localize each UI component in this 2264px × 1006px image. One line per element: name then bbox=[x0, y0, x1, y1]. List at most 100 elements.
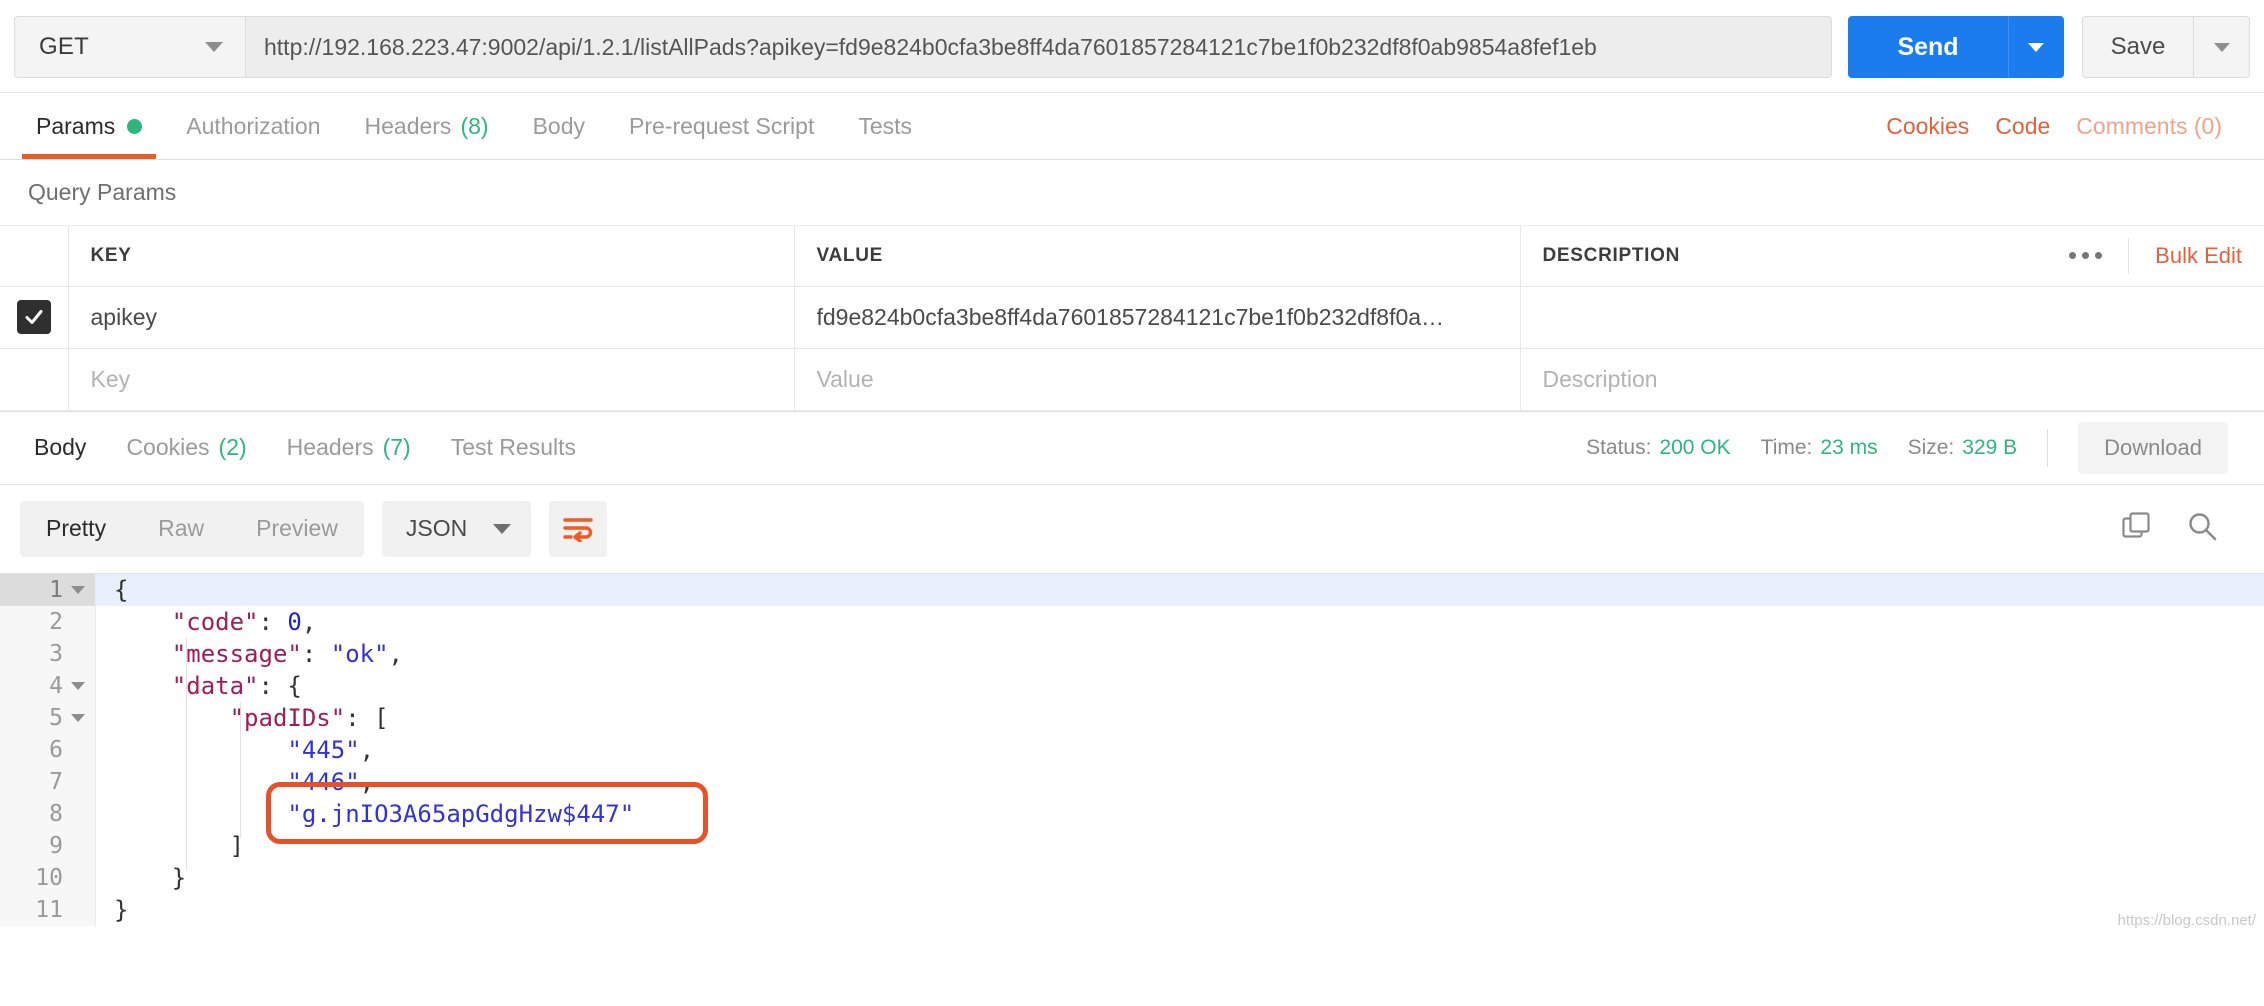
row-value-text: fd9e824b0cfa3be8ff4da7601857284121c7be1f… bbox=[816, 303, 1445, 330]
tab-authorization[interactable]: Authorization bbox=[164, 93, 342, 159]
request-tabs-right-links: Cookies Code Comments (0) bbox=[1886, 113, 2250, 140]
code-line-row: 11} bbox=[0, 893, 2264, 926]
url-input[interactable]: http://192.168.223.47:9002/api/1.2.1/lis… bbox=[246, 16, 1832, 78]
code-line-text: "padIDs": [ bbox=[229, 703, 389, 732]
row-enabled-checkbox[interactable] bbox=[16, 300, 51, 334]
tab-headers[interactable]: Headers (8) bbox=[343, 93, 511, 159]
tab-pre-request-script[interactable]: Pre-request Script bbox=[607, 93, 836, 159]
response-tab-body-label: Body bbox=[34, 434, 87, 460]
table-row-empty: Key Value Description bbox=[0, 348, 2264, 411]
row-value-cell[interactable]: fd9e824b0cfa3be8ff4da7601857284121c7be1f… bbox=[793, 286, 1521, 349]
code-line-row: 6 "445", bbox=[0, 733, 2264, 766]
row-key-cell[interactable]: apikey bbox=[67, 286, 795, 349]
code-line-row: 2 "code": 0, bbox=[0, 605, 2264, 638]
time-badge: Time: 23 ms bbox=[1761, 436, 1878, 460]
response-tab-headers[interactable]: Headers (7) bbox=[267, 412, 431, 484]
line-number-gutter: 9 bbox=[0, 829, 96, 862]
response-body-code[interactable]: 1{2 "code": 0, 3 "message": "ok", 4 "data"… bbox=[0, 572, 2264, 933]
empty-row-key-input[interactable]: Key bbox=[67, 348, 795, 411]
line-number-gutter: 8 bbox=[0, 797, 96, 830]
size-label: Size: bbox=[1907, 435, 1955, 459]
view-mode-pretty[interactable]: Pretty bbox=[20, 501, 132, 557]
fold-toggle-icon[interactable] bbox=[71, 585, 85, 594]
line-number-gutter: 2 bbox=[0, 605, 96, 638]
empty-row-description-input[interactable]: Description bbox=[1519, 348, 2264, 411]
line-number-gutter: 5 bbox=[0, 701, 96, 734]
response-tab-headers-label: Headers bbox=[286, 434, 374, 460]
chevron-down-icon bbox=[2213, 42, 2230, 52]
request-tabs: Params Authorization Headers (8) Body Pr… bbox=[0, 92, 2264, 160]
line-number: 4 bbox=[49, 672, 63, 699]
response-format-select[interactable]: JSON bbox=[381, 500, 532, 557]
row-key-text: apikey bbox=[90, 303, 157, 330]
line-number: 1 bbox=[49, 576, 63, 603]
header-checkbox-cell bbox=[0, 226, 69, 287]
code-line-row: 7 "446", bbox=[0, 765, 2264, 798]
send-group: Send bbox=[1848, 16, 2064, 78]
tab-headers-label: Headers bbox=[364, 112, 452, 139]
code-line-text: "g.jnIO3A65apGdgHzw$447" bbox=[287, 799, 635, 828]
code-lines: 1{2 "code": 0, 3 "message": "ok", 4 "data"… bbox=[0, 573, 2264, 926]
http-method-select[interactable]: GET bbox=[14, 16, 246, 78]
response-tab-test-results-label: Test Results bbox=[450, 434, 576, 460]
search-icon[interactable] bbox=[2186, 510, 2218, 547]
code-line-text: ] bbox=[229, 831, 245, 860]
tab-params[interactable]: Params bbox=[14, 93, 164, 159]
line-number-gutter: 1 bbox=[0, 573, 96, 606]
cookies-link[interactable]: Cookies bbox=[1886, 113, 1969, 140]
code-line-text: } bbox=[171, 863, 187, 892]
code-line-text: "message": "ok", bbox=[171, 639, 403, 668]
empty-row-value-input[interactable]: Value bbox=[793, 348, 1521, 411]
tab-tests-label: Tests bbox=[858, 112, 913, 139]
line-number: 10 bbox=[35, 864, 63, 891]
line-number: 11 bbox=[35, 896, 63, 923]
comments-link[interactable]: Comments (0) bbox=[2076, 113, 2222, 140]
line-number-gutter: 4 bbox=[0, 669, 96, 702]
line-number-gutter: 10 bbox=[0, 861, 96, 894]
status-value: 200 OK bbox=[1659, 435, 1731, 459]
copy-icon[interactable] bbox=[2120, 510, 2152, 547]
view-mode-preview[interactable]: Preview bbox=[230, 501, 364, 557]
code-line-row: 3 "message": "ok", bbox=[0, 637, 2264, 670]
view-mode-raw[interactable]: Raw bbox=[132, 501, 230, 557]
response-body-toolbar: Pretty Raw Preview JSON bbox=[0, 485, 2264, 573]
code-line-row: 1{ bbox=[0, 573, 2264, 606]
code-line-text: "data": { bbox=[171, 671, 302, 700]
params-active-dot-icon bbox=[127, 118, 143, 134]
save-options-button[interactable] bbox=[2194, 16, 2250, 78]
code-line-text: "446", bbox=[287, 767, 375, 796]
response-tab-body[interactable]: Body bbox=[14, 412, 106, 484]
body-toolbar-right bbox=[2120, 510, 2244, 547]
save-button[interactable]: Save bbox=[2082, 16, 2194, 78]
code-link[interactable]: Code bbox=[1995, 113, 2050, 140]
response-tabs-bar: Body Cookies (2) Headers (7) Test Result… bbox=[0, 410, 2264, 485]
response-tab-test-results[interactable]: Test Results bbox=[431, 412, 596, 484]
query-params-table: KEY VALUE DESCRIPTION Bulk Edit apikey f… bbox=[0, 226, 2264, 411]
tab-body[interactable]: Body bbox=[511, 93, 607, 159]
response-tab-headers-count: (7) bbox=[382, 434, 411, 460]
line-number: 5 bbox=[49, 704, 63, 731]
header-description: DESCRIPTION Bulk Edit bbox=[1519, 226, 2264, 287]
row-checkbox-cell bbox=[0, 286, 69, 349]
code-line-text: "code": 0, bbox=[171, 607, 317, 636]
size-badge: Size: 329 B bbox=[1908, 436, 2018, 460]
tab-body-label: Body bbox=[532, 112, 585, 139]
download-button[interactable]: Download bbox=[2078, 421, 2228, 474]
row-description-cell[interactable] bbox=[1519, 286, 2264, 349]
line-number: 3 bbox=[49, 640, 63, 667]
bulk-edit-button[interactable]: Bulk Edit bbox=[2129, 243, 2242, 269]
more-options-icon[interactable] bbox=[2043, 237, 2130, 274]
status-badge: Status: 200 OK bbox=[1586, 436, 1731, 460]
time-value: 23 ms bbox=[1820, 435, 1878, 459]
send-button[interactable]: Send bbox=[1848, 16, 2008, 78]
send-options-button[interactable] bbox=[2008, 16, 2064, 78]
word-wrap-button[interactable] bbox=[549, 500, 608, 557]
tab-tests[interactable]: Tests bbox=[836, 93, 934, 159]
response-tab-cookies[interactable]: Cookies (2) bbox=[106, 412, 266, 484]
fold-toggle-icon[interactable] bbox=[71, 681, 85, 690]
fold-toggle-icon[interactable] bbox=[71, 713, 85, 722]
postman-window: GET http://192.168.223.47:9002/api/1.2.1… bbox=[0, 0, 2264, 1006]
url-bar: GET http://192.168.223.47:9002/api/1.2.1… bbox=[0, 0, 2264, 92]
header-value: VALUE bbox=[793, 226, 1521, 287]
save-group: Save bbox=[2082, 16, 2250, 78]
